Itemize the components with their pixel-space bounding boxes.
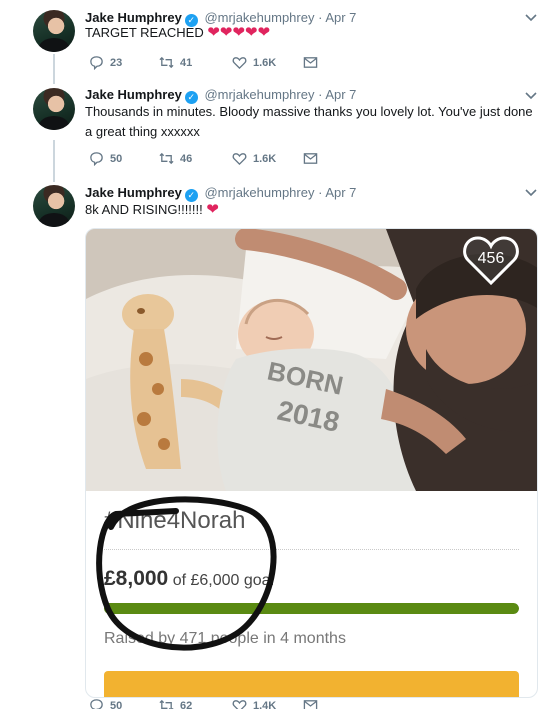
display-name[interactable]: Jake Humphrey xyxy=(85,185,182,200)
chevron-down-icon[interactable] xyxy=(524,185,538,199)
heart-outline-icon xyxy=(232,57,247,70)
amount-raised: £8,000 of £6,000 goal xyxy=(104,567,274,591)
reply-button[interactable]: 23 xyxy=(89,55,122,70)
retweet-button[interactable]: 41 xyxy=(159,55,192,70)
avatar[interactable] xyxy=(33,88,75,130)
envelope-icon xyxy=(303,700,318,709)
retweet-icon xyxy=(159,56,174,69)
retweet-count: 41 xyxy=(180,56,193,69)
retweet-icon xyxy=(159,152,174,165)
direct-message-button[interactable] xyxy=(303,55,318,70)
heart-outline-icon xyxy=(232,153,247,166)
like-button[interactable]: 1.6K xyxy=(232,151,276,166)
timestamp[interactable]: Apr 7 xyxy=(325,87,356,102)
donate-button[interactable] xyxy=(104,671,519,697)
tweet-body: TARGET REACHED xyxy=(85,25,204,40)
reply-count: 50 xyxy=(110,152,123,165)
reply-count: 23 xyxy=(110,56,123,69)
direct-message-button[interactable] xyxy=(303,698,318,709)
reply-icon xyxy=(90,56,103,70)
chevron-down-icon[interactable] xyxy=(524,88,538,102)
like-count: 1.4K xyxy=(253,699,277,709)
tweet-body: Thousands in minutes. Bloody massive tha… xyxy=(85,104,533,139)
photo-like-count: 456 xyxy=(477,250,505,267)
goal-text: of £6,000 goal xyxy=(172,572,275,589)
avatar[interactable] xyxy=(33,10,75,52)
reply-count: 50 xyxy=(110,699,123,709)
reply-icon xyxy=(90,699,103,709)
display-name[interactable]: Jake Humphrey xyxy=(85,87,182,102)
tweet-text: Thousands in minutes. Bloody massive tha… xyxy=(85,102,535,142)
tweet-body: 8k AND RISING!!!!!!! xyxy=(85,202,203,217)
timestamp[interactable]: Apr 7 xyxy=(325,185,356,200)
retweet-button[interactable]: 62 xyxy=(159,698,192,709)
tweet[interactable]: Jake Humphrey ✓ @mrjakehumphrey · Apr 7 T… xyxy=(0,0,560,80)
like-count: 1.6K xyxy=(253,152,277,165)
reply-button[interactable]: 50 xyxy=(89,698,122,709)
tweet-text: 8k AND RISING!!!!!!! ❤ xyxy=(85,200,535,220)
photo-like-badge[interactable]: 456 xyxy=(462,233,520,287)
direct-message-button[interactable] xyxy=(303,151,318,166)
retweet-button[interactable]: 46 xyxy=(159,151,192,166)
media-card[interactable]: BORN 2018 456 #Nine4Norah £8,000 of £6,0… xyxy=(85,228,538,698)
tweet-text: TARGET REACHED ❤❤❤❤❤ xyxy=(85,23,535,43)
like-count: 1.6K xyxy=(253,56,277,69)
tweet-actions: 23 41 1.6K xyxy=(85,55,385,73)
heart-emoji: ❤❤❤❤❤ xyxy=(207,24,271,41)
envelope-icon xyxy=(303,57,318,68)
reply-icon xyxy=(90,152,103,166)
username[interactable]: @mrjakehumphrey xyxy=(204,185,314,200)
tweet-actions: 50 46 1.6K xyxy=(85,151,385,169)
chevron-down-icon[interactable] xyxy=(524,10,538,24)
raised-amount: £8,000 xyxy=(104,567,169,590)
reply-button[interactable]: 50 xyxy=(89,151,122,166)
heart-outline-icon xyxy=(232,700,247,709)
envelope-icon xyxy=(303,153,318,164)
progress-bar xyxy=(104,603,519,614)
retweet-icon xyxy=(159,699,174,709)
retweet-count: 62 xyxy=(180,699,193,709)
retweet-count: 46 xyxy=(180,152,193,165)
fundraiser-title[interactable]: #Nine4Norah xyxy=(104,507,245,535)
tweet-actions: 50 62 1.4K xyxy=(85,698,385,709)
separator: · xyxy=(318,87,323,102)
like-button[interactable]: 1.4K xyxy=(232,698,276,709)
like-button[interactable]: 1.6K xyxy=(232,55,276,70)
separator: · xyxy=(318,185,323,200)
divider xyxy=(104,549,519,550)
avatar[interactable] xyxy=(33,185,75,227)
tweet-photo[interactable]: BORN 2018 456 xyxy=(86,229,537,491)
progress-fill xyxy=(104,603,519,614)
tweet[interactable]: Jake Humphrey ✓ @mrjakehumphrey · Apr 7 T… xyxy=(0,80,560,180)
raised-by-text: Raised by 471 people in 4 months xyxy=(104,630,346,647)
username[interactable]: @mrjakehumphrey xyxy=(204,87,314,102)
heart-emoji: ❤ xyxy=(206,201,219,218)
